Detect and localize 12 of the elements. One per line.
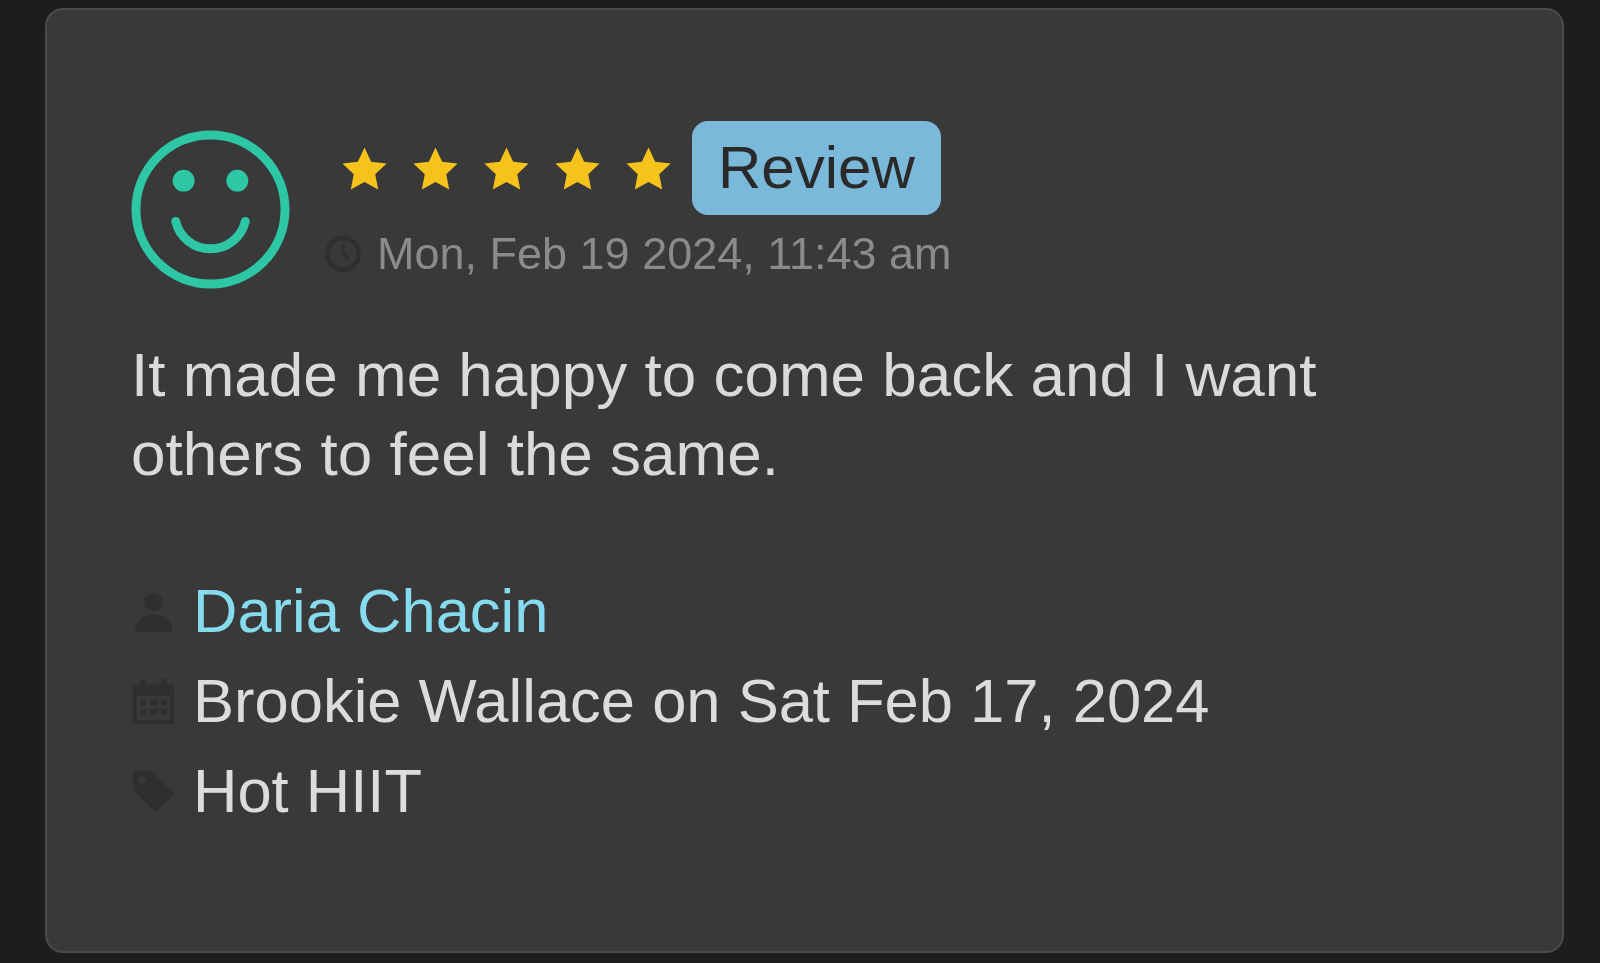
reviewer-link[interactable]: Daria Chacin bbox=[193, 575, 549, 647]
review-type-label: Review bbox=[692, 121, 941, 215]
smiley-face-icon bbox=[131, 130, 290, 289]
timestamp-text: Mon, Feb 19 2024, 11:43 am bbox=[377, 229, 952, 279]
booking-text: Brookie Wallace on Sat Feb 17, 2024 bbox=[193, 665, 1210, 737]
star-icon bbox=[626, 145, 671, 191]
star-icon bbox=[413, 145, 458, 191]
class-name-text: Hot HIIT bbox=[193, 755, 422, 827]
star-icon bbox=[555, 145, 600, 191]
review-text: It made me happy to come back and I want others to feel the same. bbox=[131, 339, 1318, 490]
star-icon bbox=[484, 145, 529, 191]
star-icon bbox=[342, 145, 387, 191]
